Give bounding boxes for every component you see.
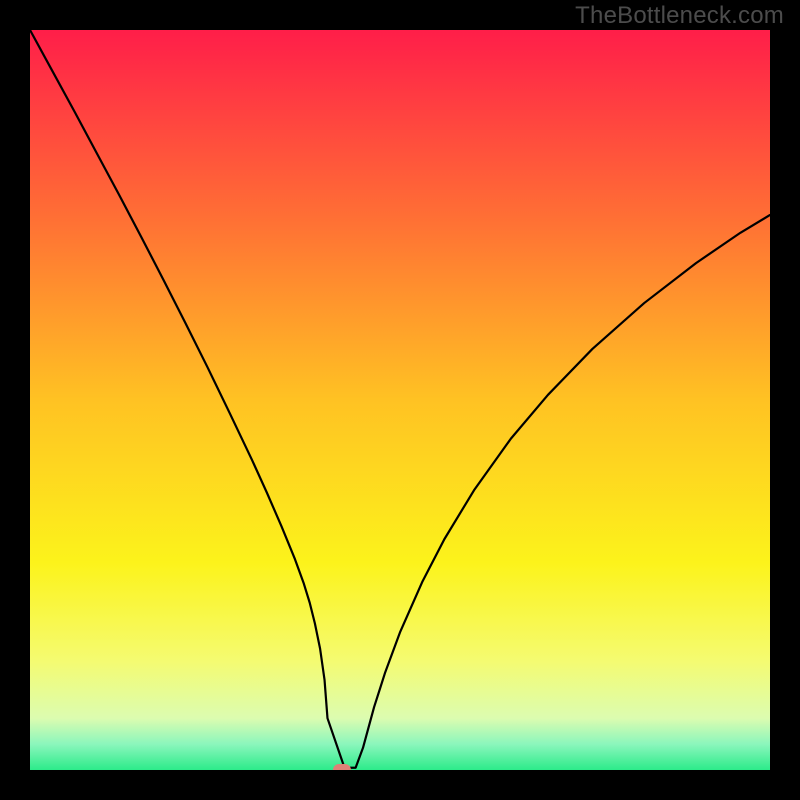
optimal-point-marker	[333, 764, 351, 770]
chart-frame: TheBottleneck.com	[0, 0, 800, 800]
gradient-background	[30, 30, 770, 770]
watermark-text: TheBottleneck.com	[575, 2, 784, 30]
plot-area	[30, 30, 770, 770]
chart-svg	[30, 30, 770, 770]
